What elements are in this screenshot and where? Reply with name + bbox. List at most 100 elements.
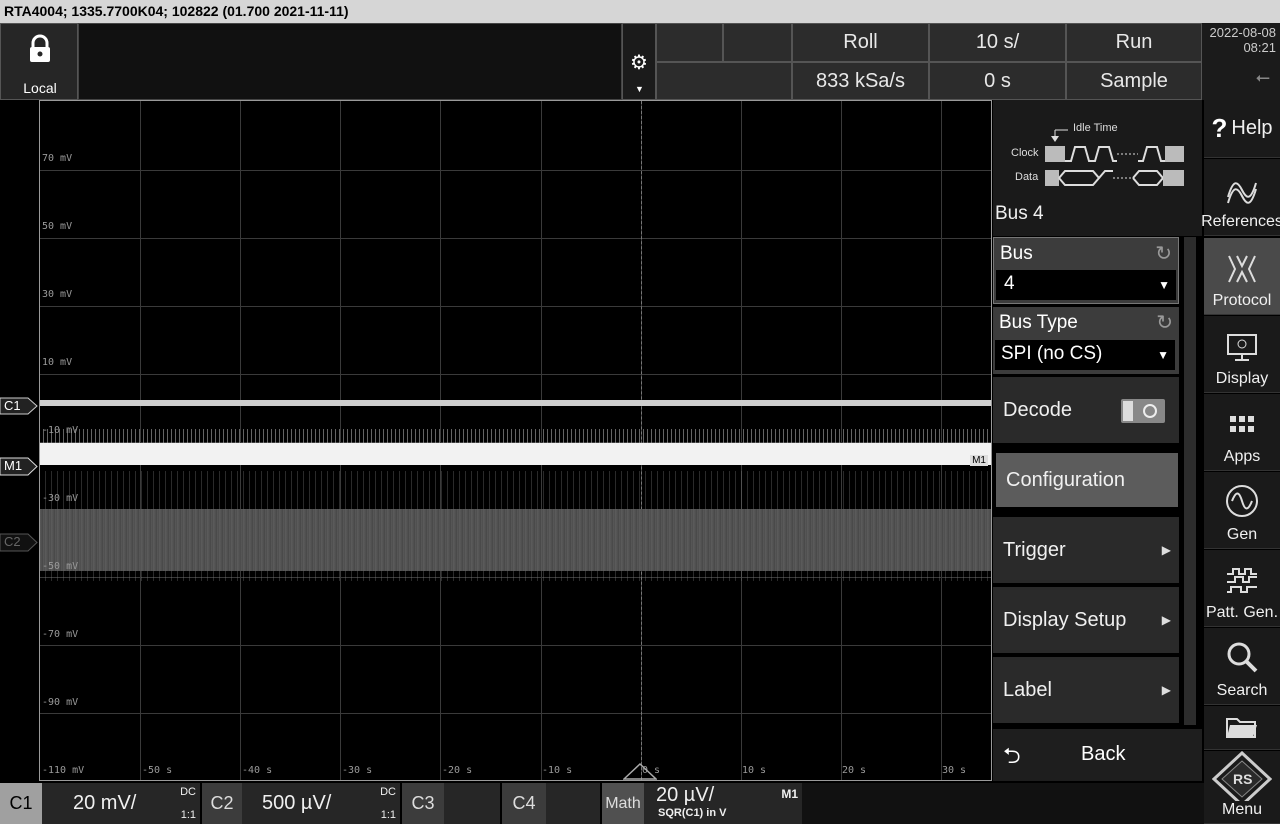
y-axis-label: 30 mV [42, 289, 73, 300]
panel-scrollbar[interactable] [1184, 237, 1196, 725]
chevron-right-icon: ▶ [1161, 613, 1171, 627]
help-button[interactable]: ? Help [1204, 100, 1280, 158]
c3-scale-box[interactable] [444, 783, 500, 824]
references-label: References [1201, 213, 1280, 230]
c1-channel-button[interactable]: C1 [0, 783, 42, 824]
bus-type-dropdown[interactable]: SPI (no CS) ▼ [995, 340, 1175, 370]
configuration-label: Configuration [1006, 468, 1125, 491]
math-scale-box[interactable]: 20 µV/ SQR(C1) in V M1 [644, 783, 802, 824]
local-label: Local [23, 80, 57, 96]
c4-channel-button[interactable]: C4 [502, 783, 546, 824]
sample-rate[interactable]: 833 kSa/s [792, 62, 929, 100]
decode-label: Decode [1003, 398, 1072, 421]
c2-marker-label: C2 [4, 534, 21, 549]
search-icon [1227, 642, 1258, 673]
search-button[interactable]: Search [1204, 628, 1280, 705]
lock-icon [30, 34, 50, 62]
x-axis-label: 10 s [742, 765, 767, 776]
idle-time-label: Idle Time [1073, 122, 1118, 134]
protocol-button[interactable]: Protocol [1204, 238, 1280, 315]
c3-channel-button[interactable]: C3 [402, 783, 444, 824]
references-icon [1227, 182, 1257, 204]
label-menu-item[interactable]: Label ▶ [993, 657, 1179, 725]
gen-button[interactable]: Gen [1204, 472, 1280, 549]
acquisition-type[interactable]: Sample [1066, 62, 1202, 100]
apps-button[interactable]: Apps [1204, 394, 1280, 471]
quick-settings-button[interactable]: ⚙ ▼ [622, 23, 656, 100]
trace-m1 [40, 443, 991, 465]
menu-button[interactable]: RS Menu [1204, 751, 1280, 824]
message-area [78, 23, 622, 100]
waveform-grid[interactable]: 70 mV 50 mV 30 mV 10 mV -10 mV -30 mV -50 mV -7… [39, 100, 992, 781]
decode-toggle[interactable] [1121, 399, 1165, 423]
x-axis-label: -20 s [442, 765, 473, 776]
back-button[interactable]: ⮌ Back [993, 729, 1202, 781]
title-bar: RTA4004; 1335.7700K04; 102822 (01.700 20… [0, 0, 1280, 23]
apps-label: Apps [1223, 448, 1261, 465]
decode-toggle-off-indicator [1143, 404, 1157, 418]
bus-dropdown[interactable]: 4 ▼ [996, 270, 1176, 300]
math-channel-button[interactable]: Math [602, 783, 644, 824]
svg-text:RS: RS [1233, 771, 1252, 787]
grid-hline [40, 306, 991, 307]
pattern-generator-icon [1227, 568, 1257, 593]
local-lock-button[interactable]: Local [0, 23, 78, 100]
c1-marker[interactable]: C1 [0, 397, 38, 415]
acq-mode-roll[interactable]: Roll [792, 23, 929, 62]
m1-marker-label: M1 [4, 458, 23, 473]
reset-icon[interactable]: ↻ [1156, 310, 1173, 335]
trigger-position-marker[interactable] [623, 762, 657, 780]
c2-scale: 500 µV/ [262, 792, 332, 814]
math-scale: 20 µV/ [656, 784, 715, 806]
decode-toggle-row[interactable]: Decode [993, 377, 1179, 445]
date-text: 2022-08-08 [1209, 25, 1277, 40]
datetime-area: 2022-08-08 08:21 ⭠ [1202, 23, 1280, 100]
help-icon: ? [1211, 113, 1228, 143]
menu-label: Menu [1221, 801, 1263, 818]
c2-ratio: 1:1 [380, 809, 396, 821]
x-axis-label: 20 s [842, 765, 867, 776]
c2-marker[interactable]: C2 [0, 533, 38, 552]
c4-scale-box[interactable] [546, 783, 600, 824]
trace-m1-noise [40, 429, 991, 443]
file-button[interactable] [1204, 706, 1280, 750]
chevron-down-icon: ▼ [1158, 278, 1170, 292]
toolbar-empty-3[interactable] [656, 62, 792, 100]
c1-scale-box[interactable]: 20 mV/ DC 1:1 [42, 783, 200, 824]
protocol-label: Protocol [1212, 292, 1272, 309]
grid-hline [40, 238, 991, 239]
bus-type-selector[interactable]: Bus Type ↻ SPI (no CS) ▼ [993, 307, 1179, 374]
run-stop-button[interactable]: Run [1066, 23, 1202, 62]
search-label: Search [1216, 682, 1268, 699]
rs-logo-icon: RS [1212, 751, 1272, 801]
grid-hline [40, 374, 991, 375]
patt-gen-button[interactable]: Patt. Gen. [1204, 550, 1280, 627]
label-label: Label [1003, 678, 1052, 701]
configuration-button[interactable]: Configuration [996, 453, 1178, 509]
toolbar-empty-2[interactable] [723, 23, 792, 62]
waveform-generator-icon [1226, 485, 1258, 517]
c2-channel-button[interactable]: C2 [202, 783, 242, 824]
bottom-bar-spacer [802, 783, 1204, 824]
trigger-label: Trigger [1003, 538, 1066, 561]
time-text: 08:21 [1243, 40, 1276, 55]
chevron-right-icon: ▶ [1161, 683, 1171, 697]
math-expression: SQR(C1) in V [658, 807, 727, 819]
timebase-scale[interactable]: 10 s/ [929, 23, 1066, 62]
y-axis-label: -110 mV [42, 765, 85, 776]
display-icon [1227, 334, 1257, 361]
toolbar-empty-1[interactable] [656, 23, 723, 62]
horizontal-position[interactable]: 0 s [929, 62, 1066, 100]
x-axis-label: -30 s [342, 765, 373, 776]
display-setup-menu-item[interactable]: Display Setup ▶ [993, 587, 1179, 655]
bus-selector[interactable]: Bus ↻ 4 ▼ [993, 237, 1179, 304]
c2-scale-box[interactable]: 500 µV/ DC 1:1 [242, 783, 400, 824]
trigger-menu-item[interactable]: Trigger ▶ [993, 517, 1179, 585]
m1-marker[interactable]: M1 [0, 457, 38, 476]
reset-icon[interactable]: ↻ [1155, 241, 1172, 266]
references-button[interactable]: References [1201, 159, 1280, 236]
protocol-icon [1228, 255, 1256, 283]
y-axis-label: -10 mV [42, 425, 79, 436]
chevron-down-icon: ▼ [1157, 348, 1169, 362]
display-button[interactable]: Display [1204, 316, 1280, 393]
